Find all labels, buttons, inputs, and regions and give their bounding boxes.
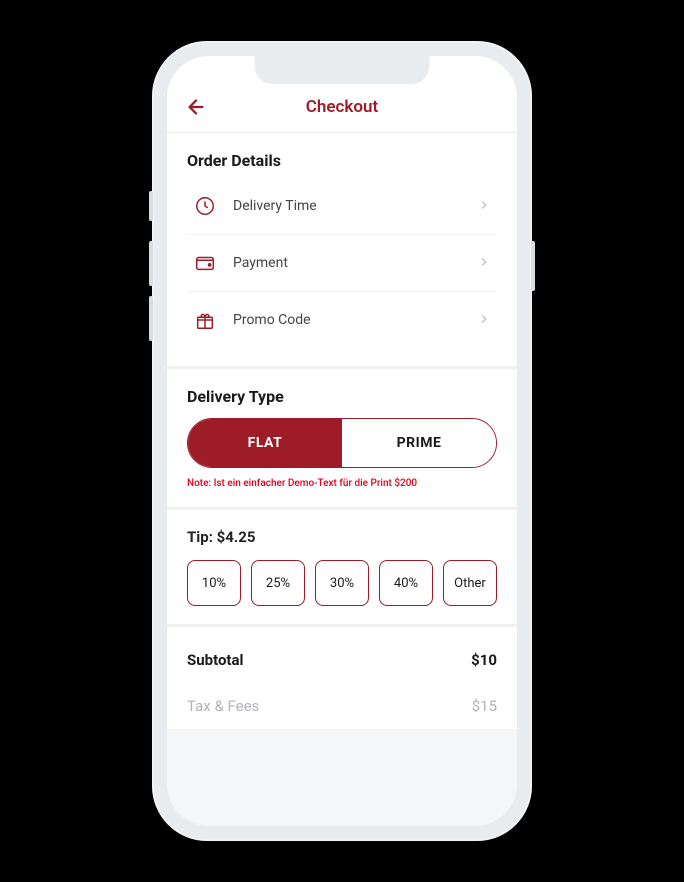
tip-option-40[interactable]: 40% [379,560,433,606]
tax-label: Tax & Fees [187,697,259,715]
tax-value: $15 [472,697,497,715]
total-row-tax: Tax & Fees $15 [187,683,497,729]
delivery-type-section: Delivery Type FLAT PRIME Note: Ist ein e… [167,369,517,510]
subtotal-value: $10 [471,651,497,669]
tip-option-25[interactable]: 25% [251,560,305,606]
tip-option-30[interactable]: 30% [315,560,369,606]
order-row-label: Payment [233,255,477,271]
side-button [149,241,153,286]
chevron-right-icon [477,311,491,330]
chevron-right-icon [477,197,491,216]
tip-section: Tip: $4.25 10% 25% 30% 40% Other [167,510,517,627]
order-details-title: Order Details [187,151,497,170]
order-row-label: Promo Code [233,312,477,328]
phone-frame: Checkout Order Details Delivery Time Pay… [152,41,532,841]
total-row-subtotal: Subtotal $10 [187,637,497,683]
order-row-promo-code[interactable]: Promo Code [187,292,497,348]
subtotal-label: Subtotal [187,651,244,669]
totals-section: Subtotal $10 Tax & Fees $15 [167,627,517,729]
tip-options: 10% 25% 30% 40% Other [187,560,497,606]
side-button [149,296,153,341]
wallet-icon [193,251,217,275]
order-row-label: Delivery Time [233,198,477,214]
chevron-right-icon [477,254,491,273]
arrow-left-icon [185,96,207,118]
tip-title: Tip: $4.25 [187,528,497,546]
screen: Checkout Order Details Delivery Time Pay… [167,56,517,826]
delivery-type-note: Note: Ist ein einfacher Demo-Text für di… [187,478,497,489]
clock-icon [193,194,217,218]
order-row-payment[interactable]: Payment [187,235,497,292]
back-button[interactable] [185,96,207,118]
tip-option-10[interactable]: 10% [187,560,241,606]
delivery-type-segmented: FLAT PRIME [187,418,497,468]
delivery-type-title: Delivery Type [187,387,497,406]
order-details-section: Order Details Delivery Time Payment [167,133,517,369]
gift-icon [193,308,217,332]
tip-option-other[interactable]: Other [443,560,497,606]
notch [255,56,430,84]
delivery-type-flat[interactable]: FLAT [188,419,342,467]
delivery-type-prime[interactable]: PRIME [342,419,496,467]
side-button [149,191,153,221]
side-button [531,241,535,291]
order-row-delivery-time[interactable]: Delivery Time [187,178,497,235]
page-title: Checkout [167,97,517,117]
